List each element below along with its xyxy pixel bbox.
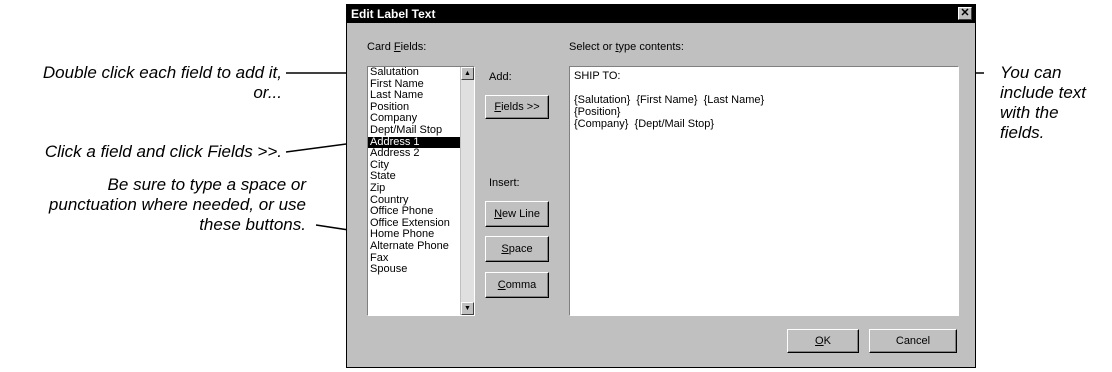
annotation-line: include text bbox=[1000, 83, 1086, 102]
contents-label: Select or type contents: bbox=[569, 41, 684, 53]
annotation-line: or... bbox=[253, 83, 282, 102]
contents-line bbox=[574, 82, 954, 94]
ok-button[interactable]: OK bbox=[787, 329, 859, 353]
card-fields-label: Card Fields: bbox=[367, 41, 426, 53]
button-accelerator: C bbox=[497, 279, 506, 291]
annotation-line: Be sure to type a space or bbox=[107, 175, 306, 194]
annotation-line: these buttons. bbox=[199, 215, 306, 234]
list-item[interactable]: Dept/Mail Stop bbox=[368, 124, 460, 137]
label-part: ields: bbox=[400, 41, 427, 53]
annotation-click-field: Click a field and click Fields >>. bbox=[45, 142, 282, 162]
list-item[interactable]: Zip bbox=[368, 182, 460, 195]
button-accelerator: O bbox=[815, 335, 824, 347]
new-line-button[interactable]: New Line bbox=[485, 201, 549, 227]
label-part: Select or bbox=[569, 41, 616, 53]
scroll-up-icon[interactable]: ▲ bbox=[461, 67, 474, 80]
card-fields-listbox[interactable]: Salutation First Name Last Name Position Com… bbox=[367, 66, 475, 316]
dialog-title: Edit Label Text bbox=[351, 7, 436, 21]
button-accelerator: N bbox=[494, 208, 503, 220]
label-accelerator: F bbox=[393, 41, 401, 53]
label-contents-textarea[interactable]: SHIP TO: {Salutation} {First Name} {Last … bbox=[569, 66, 959, 316]
card-fields-list: Salutation First Name Last Name Position Com… bbox=[368, 67, 460, 315]
comma-button[interactable]: Comma bbox=[485, 272, 549, 298]
annotation-line: Double click each field to add it, bbox=[42, 63, 282, 82]
contents-line: SHIP TO: bbox=[574, 70, 621, 82]
button-label: ields >> bbox=[501, 101, 540, 113]
list-item[interactable]: Spouse bbox=[368, 263, 460, 276]
button-label: pace bbox=[508, 243, 533, 255]
list-item[interactable]: Salutation bbox=[368, 67, 460, 79]
annotation-line: punctuation where needed, or use bbox=[48, 195, 306, 214]
label-part: Card bbox=[367, 41, 394, 53]
button-label: ew Line bbox=[502, 208, 540, 220]
annotation-line: Click a field and click Fields >>. bbox=[44, 142, 282, 161]
close-icon[interactable]: ✕ bbox=[958, 7, 972, 20]
button-label: omma bbox=[505, 279, 537, 291]
annotation-include-text: You can include text with the fields. bbox=[1000, 63, 1086, 143]
annotation-be-sure: Be sure to type a space or punctuation w… bbox=[49, 175, 306, 235]
list-item[interactable]: Alternate Phone bbox=[368, 240, 460, 253]
add-label: Add: bbox=[489, 71, 512, 83]
annotation-line: with the bbox=[1000, 103, 1059, 122]
scroll-down-icon[interactable]: ▼ bbox=[461, 302, 474, 315]
space-button[interactable]: Space bbox=[485, 236, 549, 262]
dialog-titlebar: Edit Label Text ✕ bbox=[347, 5, 975, 23]
list-item[interactable]: Address 2 bbox=[368, 148, 460, 160]
contents-line: {Company} {Dept/Mail Stop} bbox=[574, 118, 715, 130]
list-item[interactable]: Office Phone bbox=[368, 206, 460, 218]
button-accelerator: S bbox=[501, 243, 509, 255]
button-label: K bbox=[823, 335, 831, 347]
annotation-line: You can bbox=[1000, 63, 1062, 82]
label-part: ype contents: bbox=[618, 41, 684, 53]
edit-label-text-dialog: Edit Label Text ✕ Card Fields: Select or… bbox=[346, 4, 976, 368]
cancel-button[interactable]: Cancel bbox=[869, 329, 957, 353]
annotation-line: fields. bbox=[1000, 123, 1045, 142]
fields-button[interactable]: Fields >> bbox=[485, 95, 549, 119]
contents-line: {Salutation} {First Name} {Last Name} bbox=[574, 94, 765, 106]
insert-label: Insert: bbox=[489, 177, 520, 189]
contents-line: {Position} bbox=[574, 106, 621, 118]
listbox-scrollbar[interactable]: ▲ ▼ bbox=[460, 67, 474, 315]
annotation-double-click: Double click each field to add it, or... bbox=[43, 63, 282, 103]
